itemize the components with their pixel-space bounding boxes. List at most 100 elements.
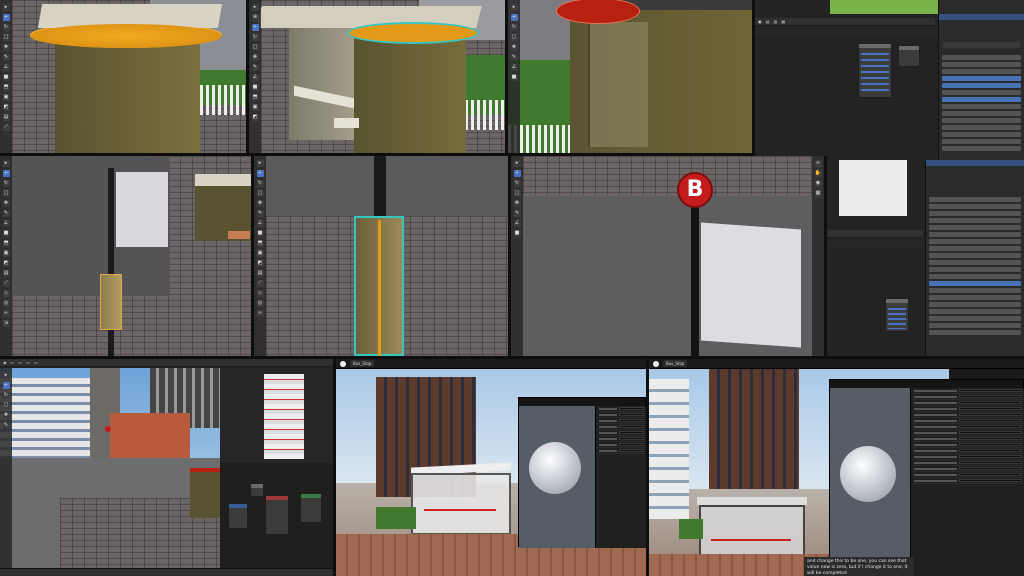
rotate-tool-icon[interactable]: ↻	[256, 180, 264, 187]
prop-row[interactable]	[926, 252, 1024, 259]
measure-tool-icon[interactable]: ∠	[256, 220, 264, 227]
add-cube-tool-icon[interactable]: ■	[2, 74, 10, 81]
annotate-tool-icon[interactable]: ✎	[510, 54, 518, 61]
knife-tool-icon[interactable]: ⟋	[2, 124, 10, 131]
node-mix[interactable]	[250, 483, 264, 497]
node-principled[interactable]	[265, 495, 289, 535]
prop-row[interactable]	[939, 145, 1024, 152]
scale-tool-icon[interactable]: □	[256, 190, 264, 197]
blender-city-panel[interactable]: ◉ ▭ ▭ ▭ ▭ ▸ + ↻ □ ✥ ✎	[0, 359, 333, 576]
scale-tool-icon[interactable]: □	[513, 190, 521, 197]
scale-tool-icon[interactable]: □	[510, 34, 518, 41]
menu-add[interactable]: ▦	[781, 19, 785, 24]
add-cube-tool-icon[interactable]: ■	[2, 230, 10, 237]
rotate-tool-icon[interactable]: ↻	[2, 392, 10, 399]
ue-level-tab[interactable]: Bus_Stop	[663, 360, 688, 367]
prop-row[interactable]	[926, 287, 1024, 294]
ue-editor-panel-2[interactable]: Bus_Stop and change this to be one, you …	[649, 359, 1024, 576]
prop-row[interactable]	[939, 82, 1024, 89]
select-tool-icon[interactable]: ▸	[2, 372, 10, 379]
inset-tool-icon[interactable]: ▣	[2, 250, 10, 257]
annotate-tool-icon[interactable]: ✎	[2, 54, 10, 61]
prop-row[interactable]	[939, 124, 1024, 131]
menu-file[interactable]: ▭	[11, 360, 15, 365]
prop-row[interactable]	[926, 203, 1024, 210]
prop-row[interactable]	[926, 238, 1024, 245]
loopcut-tool-icon[interactable]: ▤	[2, 114, 10, 121]
ue-toolbar[interactable]: Bus_Stop	[336, 359, 646, 369]
rotate-tool-icon[interactable]: ↻	[251, 34, 259, 41]
prop-row[interactable]	[926, 217, 1024, 224]
rotate-tool-icon[interactable]: ↻	[513, 180, 521, 187]
transform-tool-icon[interactable]: ✥	[2, 44, 10, 51]
select-tool-icon[interactable]: ▸	[513, 160, 521, 167]
detail-row[interactable]	[911, 478, 1024, 484]
menu-window[interactable]: ▭	[34, 360, 38, 365]
rotate-tool-icon[interactable]: ↻	[2, 24, 10, 31]
prop-row[interactable]	[926, 294, 1024, 301]
prop-row[interactable]	[926, 322, 1024, 329]
ue-logo-icon[interactable]	[340, 360, 346, 367]
ue-level-tab[interactable]: Bus_Stop	[350, 360, 375, 367]
ue-logo-icon[interactable]	[653, 360, 659, 367]
prop-row[interactable]	[926, 259, 1024, 266]
node-output[interactable]	[898, 45, 920, 67]
move-tool-icon[interactable]: +	[513, 170, 521, 177]
viewport-panel-1[interactable]: ▸ + ↻ □ ✥ ✎ ∠ ■ ⬒ ▣ ◩ ▤ ⟋	[0, 0, 246, 153]
node-image-texture[interactable]	[885, 298, 909, 332]
blender-logo-icon[interactable]: ◉	[3, 360, 7, 365]
scale-tool-icon[interactable]: □	[2, 34, 10, 41]
menu-render[interactable]: ▭	[26, 360, 30, 365]
transform-tool-icon[interactable]: ✥	[510, 44, 518, 51]
viewport-panel-6[interactable]: ▸ + ↻ □ ✥ ✎ ∠ ■ ⬒ ▣ ◩ ▤ ⟋ ◇ ◎ ≈	[254, 156, 508, 356]
node-texture[interactable]	[228, 503, 248, 529]
select-tool-icon[interactable]: ▸	[2, 160, 10, 167]
viewport-panel-7[interactable]: B ▸ + ↻ □ ✥ ✎ ∠ ■ + ✋ ◉ ▦	[511, 156, 824, 356]
select-tool-icon[interactable]: ▸	[251, 4, 259, 11]
move-tool-icon[interactable]: +	[2, 382, 10, 389]
loopcut-tool-icon[interactable]: ▤	[256, 270, 264, 277]
extrude-tool-icon[interactable]: ⬒	[256, 240, 264, 247]
measure-tool-icon[interactable]: ∠	[513, 220, 521, 227]
prop-row[interactable]	[939, 138, 1024, 145]
zoom-icon[interactable]: +	[814, 160, 822, 167]
inset-tool-icon[interactable]: ▣	[2, 94, 10, 101]
spin-tool-icon[interactable]: ◎	[256, 300, 264, 307]
annotate-tool-icon[interactable]: ✎	[2, 210, 10, 217]
blender-topbar[interactable]: ◉ ▭ ▭ ▭ ▭	[0, 359, 333, 367]
extrude-tool-icon[interactable]: ⬒	[2, 240, 10, 247]
measure-tool-icon[interactable]: ∠	[2, 64, 10, 71]
knife-tool-icon[interactable]: ⟋	[256, 280, 264, 287]
bevel-tool-icon[interactable]: ◩	[251, 114, 259, 121]
extrude-tool-icon[interactable]: ⬒	[251, 94, 259, 101]
pan-icon[interactable]: ✋	[814, 170, 822, 177]
prop-row[interactable]	[926, 308, 1024, 315]
prop-row[interactable]	[926, 245, 1024, 252]
node-attribute[interactable]	[858, 43, 892, 98]
measure-tool-icon[interactable]: ∠	[251, 74, 259, 81]
scale-tool-icon[interactable]: □	[2, 190, 10, 197]
knife-tool-icon[interactable]: ⟋	[2, 280, 10, 287]
add-cube-tool-icon[interactable]: ■	[251, 84, 259, 91]
camera-icon[interactable]: ◉	[814, 180, 822, 187]
blender-shader-panel[interactable]: ▣ ▤ ▥ ▦	[755, 0, 1024, 160]
prop-row[interactable]	[939, 103, 1024, 110]
measure-tool-icon[interactable]: ∠	[510, 64, 518, 71]
prop-row[interactable]	[939, 110, 1024, 117]
material-editor-window[interactable]	[829, 379, 1024, 576]
add-cube-tool-icon[interactable]: ■	[513, 230, 521, 237]
bevel-tool-icon[interactable]: ◩	[2, 260, 10, 267]
bevel-tool-icon[interactable]: ◩	[2, 104, 10, 111]
smooth-tool-icon[interactable]: ≈	[2, 310, 10, 317]
timeline-bar[interactable]	[0, 568, 333, 576]
node-output[interactable]	[300, 493, 322, 523]
annotate-tool-icon[interactable]: ✎	[256, 210, 264, 217]
select-tool-icon[interactable]: ▸	[510, 4, 518, 11]
prop-row[interactable]	[939, 75, 1024, 82]
transform-tool-icon[interactable]: ✥	[513, 200, 521, 207]
prop-row[interactable]	[939, 68, 1024, 75]
transform-tool-icon[interactable]: ✥	[251, 54, 259, 61]
scale-tool-icon[interactable]: □	[251, 44, 259, 51]
image-editor[interactable]	[220, 368, 333, 463]
loopcut-tool-icon[interactable]: ▤	[2, 270, 10, 277]
